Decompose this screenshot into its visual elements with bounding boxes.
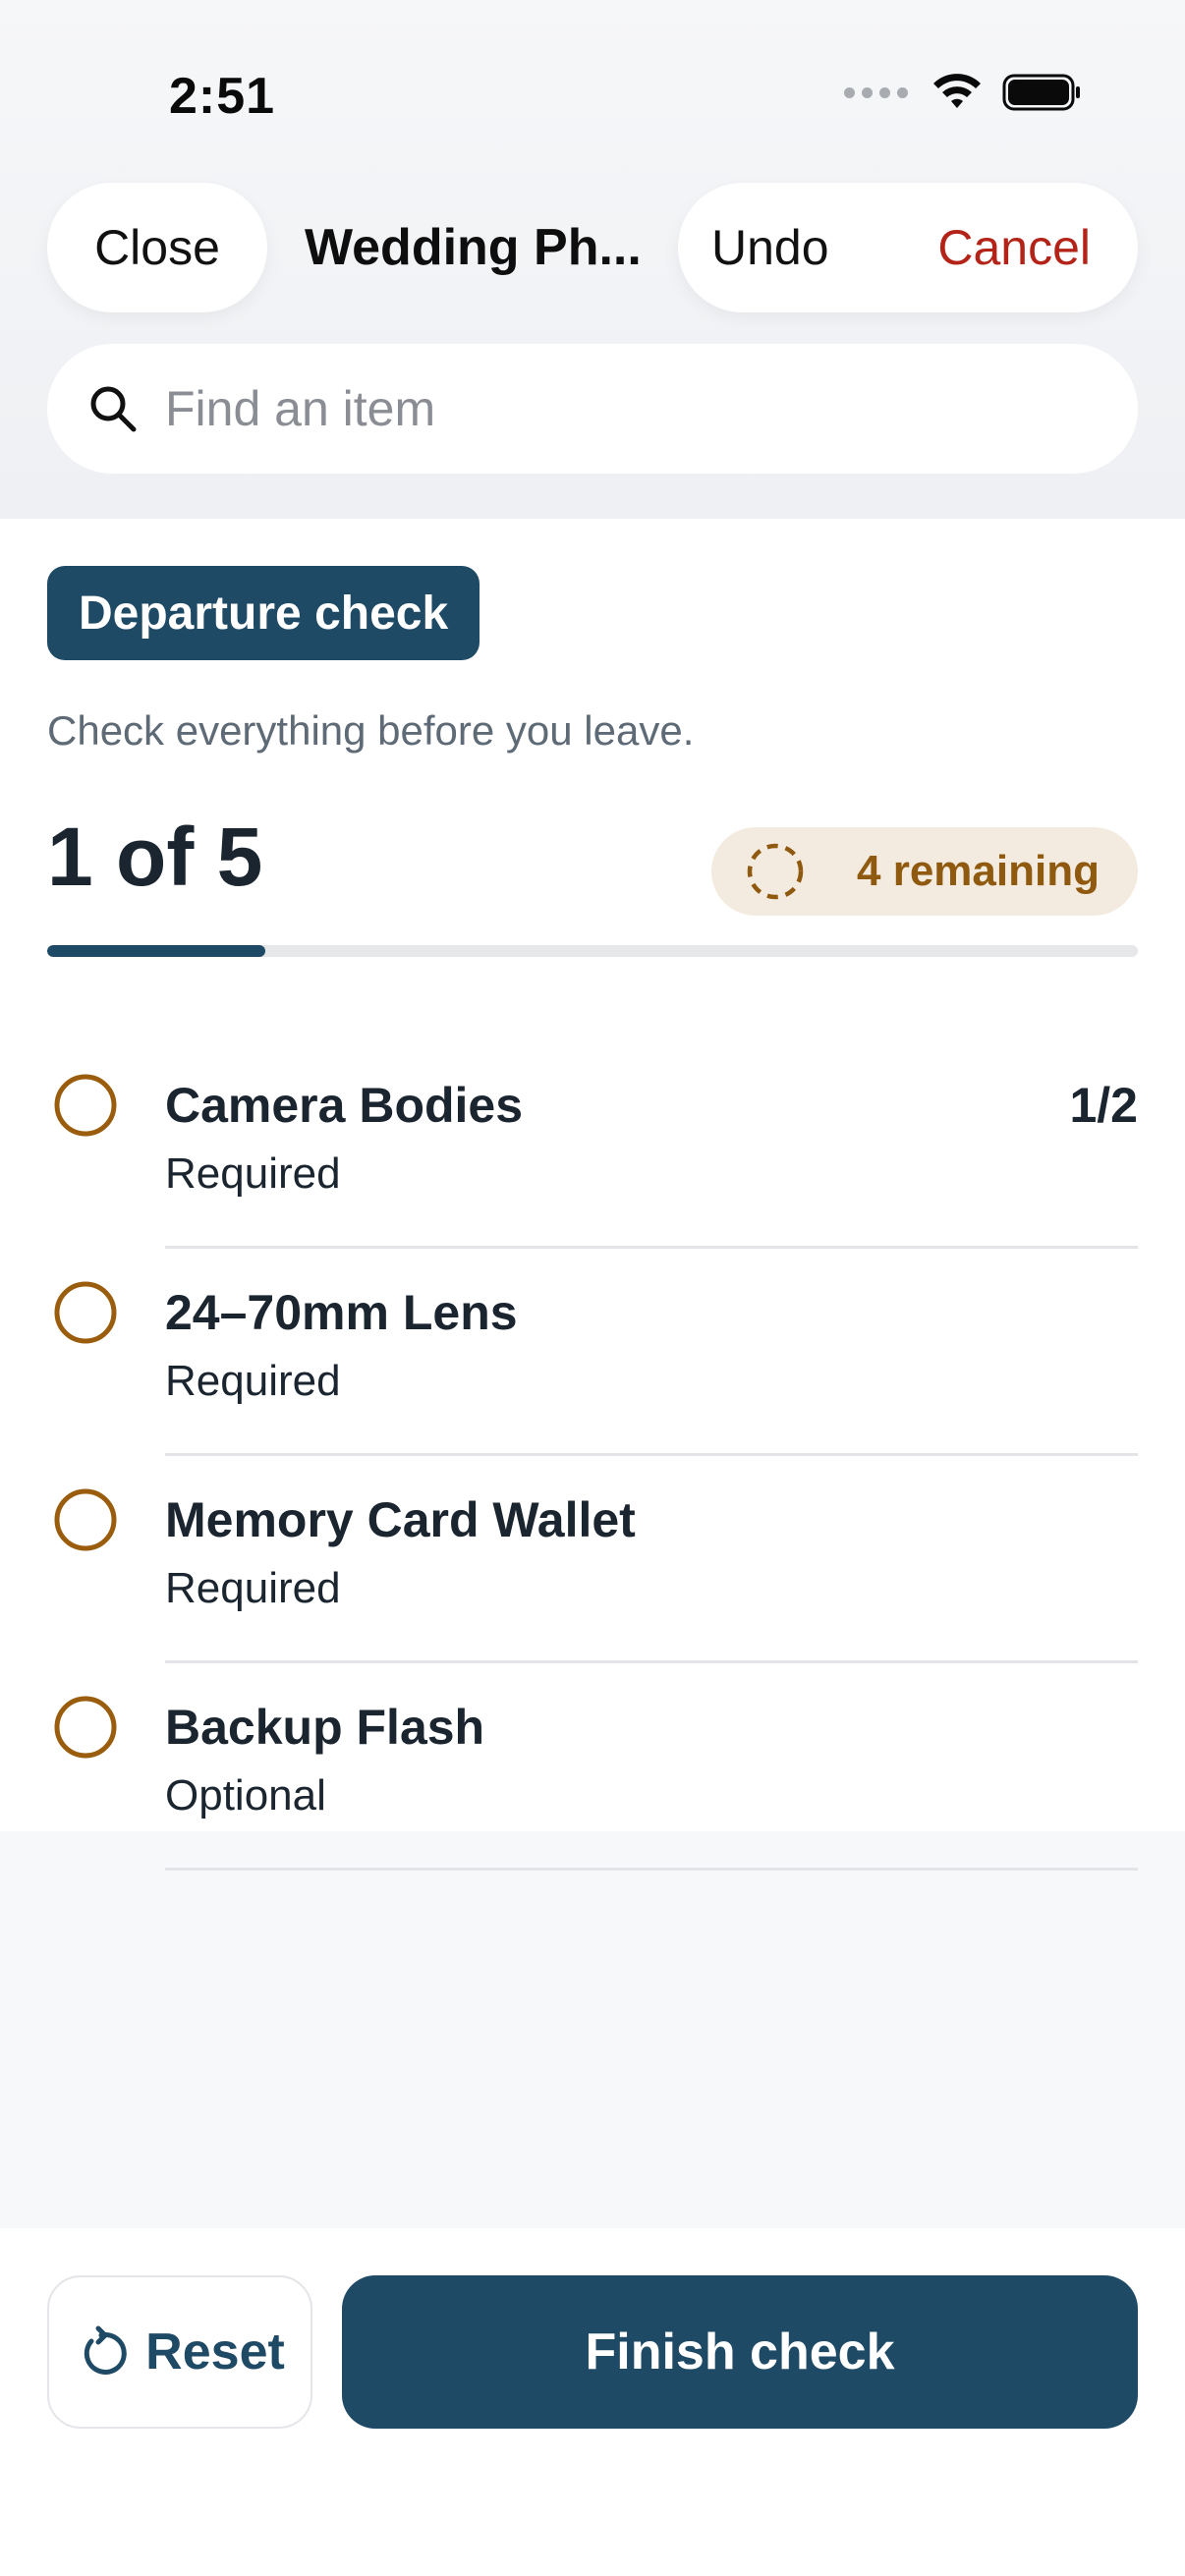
item-requirement: Optional [165, 1771, 326, 1820]
status-icons [844, 73, 1081, 112]
reset-button[interactable]: Reset [47, 2275, 312, 2429]
nav-actions-group: Undo Cancel [678, 183, 1138, 312]
divider [165, 1868, 1138, 1871]
undo-button[interactable]: Undo [711, 219, 829, 276]
check-type-badge: Departure check [47, 566, 480, 660]
item-requirement: Required [165, 1564, 341, 1612]
circle-outline-icon[interactable] [53, 1487, 118, 1552]
remaining-label: 4 remaining [857, 847, 1100, 895]
list-item-lens[interactable]: 24–70mm Lens Required [0, 1249, 1185, 1456]
list-item-camera-bodies[interactable]: Camera Bodies Required 1/2 [0, 1041, 1185, 1249]
item-list: Camera Bodies Required 1/2 24–70mm Lens … [0, 1041, 1185, 1871]
reset-icon [84, 2325, 127, 2375]
check-subtitle: Check everything before you leave. [47, 707, 695, 754]
item-requirement: Required [165, 1357, 341, 1405]
search-icon [90, 386, 137, 432]
item-name: Backup Flash [165, 1700, 485, 1755]
reset-button-label: Reset [145, 2324, 285, 2380]
list-item-memory-card-wallet[interactable]: Memory Card Wallet Required [0, 1456, 1185, 1663]
close-button-label: Close [94, 220, 220, 275]
battery-icon [1002, 74, 1080, 111]
circle-outline-icon[interactable] [53, 1073, 118, 1138]
item-name: Memory Card Wallet [165, 1492, 636, 1547]
cancel-button[interactable]: Cancel [937, 219, 1091, 276]
finish-check-button[interactable]: Finish check [342, 2275, 1138, 2429]
item-name: 24–70mm Lens [165, 1285, 518, 1340]
status-time: 2:51 [169, 68, 276, 125]
remaining-badge: 4 remaining [711, 827, 1138, 916]
item-requirement: Required [165, 1149, 341, 1198]
close-button[interactable]: Close [47, 183, 267, 312]
top-bar: 2:51 Close Wedding Ph... Undo Cancel [0, 0, 1185, 519]
search-input[interactable] [165, 380, 1049, 437]
wifi-icon [933, 74, 981, 108]
bottom-action-bar: Reset Finish check [0, 2228, 1185, 2576]
circle-outline-icon[interactable] [53, 1280, 118, 1345]
checklist-panel: Departure check Check everything before … [0, 519, 1185, 1871]
list-item-backup-flash[interactable]: Backup Flash Optional [0, 1663, 1185, 1871]
circle-outline-icon[interactable] [53, 1695, 118, 1760]
cellular-signal-icon [844, 86, 908, 98]
dashed-circle-icon [747, 843, 804, 900]
item-name: Camera Bodies [165, 1078, 524, 1133]
app-screen: 2:51 Close Wedding Ph... Undo Cancel Fin… [0, 0, 1185, 2576]
page-title: Wedding Ph... [305, 219, 639, 276]
search-bar[interactable] [47, 344, 1138, 474]
progress-bar-fill [47, 945, 265, 957]
item-count: 1/2 [1069, 1078, 1138, 1133]
progress-count: 1 of 5 [47, 811, 263, 903]
progress-bar [47, 945, 1138, 957]
